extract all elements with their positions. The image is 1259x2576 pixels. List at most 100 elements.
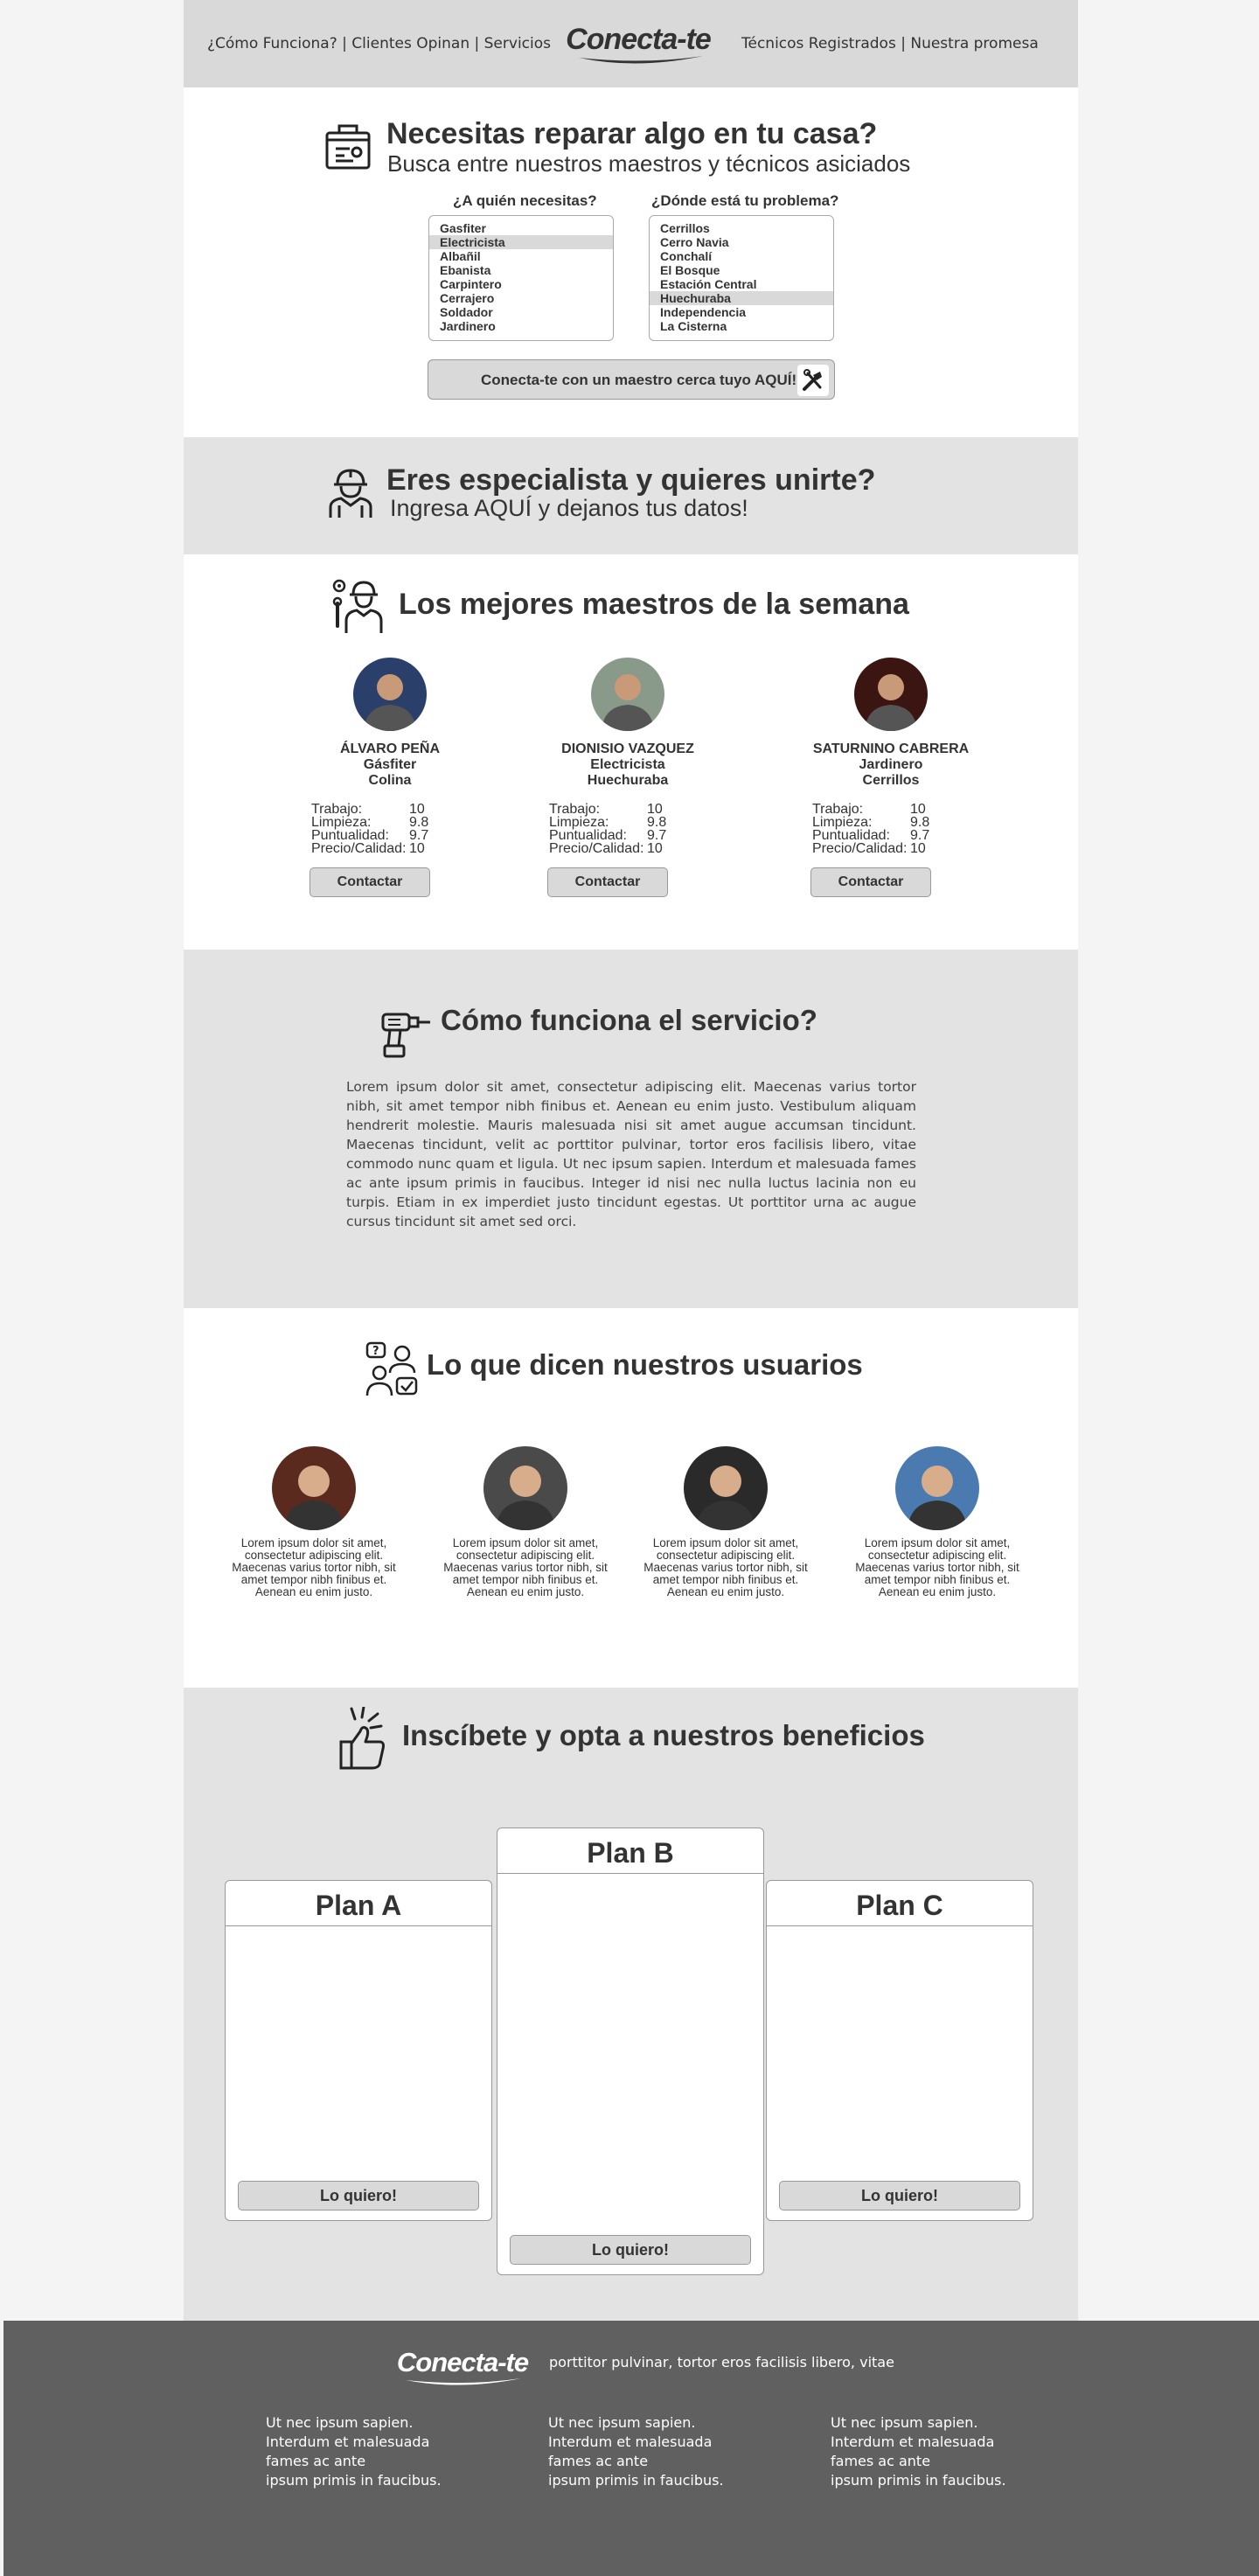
footer-line: Interdum et malesuada xyxy=(831,2433,995,2450)
plan-c-button[interactable]: Lo quiero! xyxy=(779,2181,1020,2210)
worker-stats: Trabajo: 10 Limpieza: 9.8 Puntualidad: 9.7 Pre… xyxy=(311,802,428,856)
nav-link-promesa[interactable]: Nuestra promesa xyxy=(910,35,1038,52)
who-option[interactable]: Ebanista xyxy=(429,263,613,277)
stat-row: Puntualidad: 9.7 xyxy=(311,828,428,843)
footer-line: Ut nec ipsum sapien. xyxy=(831,2414,978,2431)
how-body: Lorem ipsum dolor sit amet, consectetur … xyxy=(346,1079,916,1229)
site-footer: Conecta-te porttitor pulvinar, tortor er… xyxy=(3,2321,1259,2576)
contact-button[interactable]: Contactar xyxy=(310,867,430,897)
stat-label: Limpieza: xyxy=(311,815,372,830)
site-logo[interactable]: Conecta-te xyxy=(560,19,717,72)
worker-name: ÁLVARO PEÑA xyxy=(339,741,441,756)
footer-line: ipsum primis in faucibus. xyxy=(266,2472,442,2489)
how-it-works-section: Cómo funciona el servicio? Lorem ipsum d… xyxy=(184,950,1078,1308)
stat-label: Limpieza: xyxy=(812,815,873,830)
nav-link-tecnicos[interactable]: Técnicos Registrados xyxy=(741,35,896,52)
stat-row: Limpieza: 9.8 xyxy=(311,815,428,830)
footer-column-2: Ut nec ipsum sapien. Interdum et malesua… xyxy=(548,2413,724,2490)
worker-helmet-icon xyxy=(329,469,372,518)
stat-label: Precio/Calidad: xyxy=(549,841,644,856)
nav-link-servicios[interactable]: Servicios xyxy=(484,35,551,52)
who-option[interactable]: Gasfiter xyxy=(429,221,613,235)
page: ¿Cómo Funciona? | Clientes Opinan | Serv… xyxy=(0,0,1259,2576)
stat-label: Puntualidad: xyxy=(812,828,890,843)
plan-b-button[interactable]: Lo quiero! xyxy=(510,2235,751,2265)
logo-text: Conecta-te xyxy=(566,23,712,56)
nav-left: ¿Cómo Funciona? | Clientes Opinan | Serv… xyxy=(207,35,551,52)
join-title: Eres especialista y quieres unirte? xyxy=(386,463,876,497)
who-option[interactable]: Electricista xyxy=(429,235,613,249)
worker-avatar xyxy=(591,658,664,731)
testimonials-title: Lo que dicen nuestros usuarios xyxy=(427,1348,863,1381)
footer-line: ipsum primis in faucibus. xyxy=(548,2472,724,2489)
footer-line: Interdum et malesuada xyxy=(548,2433,713,2450)
who-option[interactable]: Soldador xyxy=(429,305,613,319)
who-option[interactable]: Albañil xyxy=(429,249,613,263)
site-header: ¿Cómo Funciona? | Clientes Opinan | Serv… xyxy=(184,0,1078,87)
footer-logo[interactable]: Conecta-te xyxy=(388,2347,537,2391)
where-option[interactable]: El Bosque xyxy=(650,263,833,277)
stat-label: Precio/Calidad: xyxy=(812,841,908,856)
worker-name: DIONISIO VAZQUEZ xyxy=(561,741,694,756)
plan-a-button[interactable]: Lo quiero! xyxy=(238,2181,479,2210)
worker-city: Huechuraba xyxy=(587,773,669,788)
who-option[interactable]: Cerrajero xyxy=(429,291,613,305)
who-option[interactable]: Jardinero xyxy=(429,319,613,333)
contact-button[interactable]: Contactar xyxy=(547,867,668,897)
where-label: ¿Dónde está tu problema? xyxy=(651,192,839,209)
where-option[interactable]: La Cisterna xyxy=(650,319,833,333)
footer-tagline: porttitor pulvinar, tortor eros facilisi… xyxy=(549,2354,894,2371)
where-option[interactable]: Huechuraba xyxy=(650,291,833,305)
where-listbox[interactable]: Cerrillos Cerro Navia Conchalí El Bosque Est… xyxy=(649,215,834,341)
nav-separator: | xyxy=(895,35,911,52)
where-option[interactable]: Estación Central xyxy=(650,277,833,291)
nav-separator: | xyxy=(337,35,352,52)
plan-name: Plan B xyxy=(497,1828,763,1874)
stat-label: Trabajo: xyxy=(311,802,363,817)
nav-link-clientes-opinan[interactable]: Clientes Opinan xyxy=(351,35,470,52)
stat-row: Trabajo: 10 xyxy=(311,802,428,817)
stat-label: Puntualidad: xyxy=(549,828,627,843)
search-section: Necesitas reparar algo en tu casa? Busca… xyxy=(184,87,1078,437)
footer-line: fames ac ante xyxy=(266,2453,366,2469)
plan-card-c: Plan C Lo quiero! xyxy=(766,1880,1033,2221)
footer-column-3: Ut nec ipsum sapien. Interdum et malesua… xyxy=(831,2413,1006,2490)
footer-logo-text: Conecta-te xyxy=(396,2347,529,2378)
worker-avatar xyxy=(353,658,427,731)
stat-label: Precio/Calidad: xyxy=(311,841,407,856)
plan-name: Plan C xyxy=(767,1881,1033,1926)
where-option[interactable]: Conchalí xyxy=(650,249,833,263)
svg-text:?: ? xyxy=(372,1345,379,1358)
where-option[interactable]: Cerro Navia xyxy=(650,235,833,249)
nav-link-como-funciona[interactable]: ¿Cómo Funciona? xyxy=(207,35,337,52)
stat-label: Puntualidad: xyxy=(311,828,389,843)
technician-icon xyxy=(332,579,383,633)
stat-label: Limpieza: xyxy=(549,815,609,830)
join-link[interactable]: Ingresa AQUÍ y dejanos tus datos! xyxy=(390,495,748,522)
worker-stats: Trabajo: 10 Limpieza: 9.8 Puntualidad: 9.7 Pre… xyxy=(812,803,929,856)
testimonials-section: ? Lo que dicen nuestros usuarios Lorem i… xyxy=(184,1308,1078,1688)
footer-line: Ut nec ipsum sapien. xyxy=(266,2414,414,2431)
footer-line: fames ac ante xyxy=(831,2453,931,2469)
stat-value: 10 xyxy=(910,841,926,856)
worker-city: Cerrillos xyxy=(862,773,920,788)
plan-card-a: Plan A Lo quiero! xyxy=(225,1880,492,2221)
user-quote: Lorem ipsum dolor sit amet, consectetur … xyxy=(232,1536,396,1598)
who-option[interactable]: Carpintero xyxy=(429,277,613,291)
where-option[interactable]: Independencia xyxy=(650,305,833,319)
stat-label: Trabajo: xyxy=(549,802,601,817)
contact-button[interactable]: Contactar xyxy=(810,867,931,897)
worker-stats: Trabajo: 10 Limpieza: 9.8 Puntualidad: 9.7 Pre… xyxy=(549,802,666,856)
footer-line: Ut nec ipsum sapien. xyxy=(548,2414,696,2431)
user-avatar xyxy=(684,1446,768,1530)
where-option[interactable]: Cerrillos xyxy=(650,221,833,235)
user-quote: Lorem ipsum dolor sit amet, consectetur … xyxy=(643,1536,808,1598)
who-listbox[interactable]: Gasfiter Electricista Albañil Ebanista Carpi… xyxy=(428,215,614,341)
find-master-button[interactable]: Conecta-te con un maestro cerca tuyo AQU… xyxy=(428,359,835,400)
tools-icon xyxy=(797,365,829,396)
join-section: Eres especialista y quieres unirte? Ingr… xyxy=(184,437,1078,554)
worker-avatar xyxy=(854,658,928,731)
nav-right: Técnicos Registrados | Nuestra promesa xyxy=(741,35,1039,52)
find-master-label: Conecta-te con un maestro cerca tuyo AQU… xyxy=(481,372,797,388)
best-workers-title: Los mejores maestros de la semana xyxy=(399,588,909,621)
